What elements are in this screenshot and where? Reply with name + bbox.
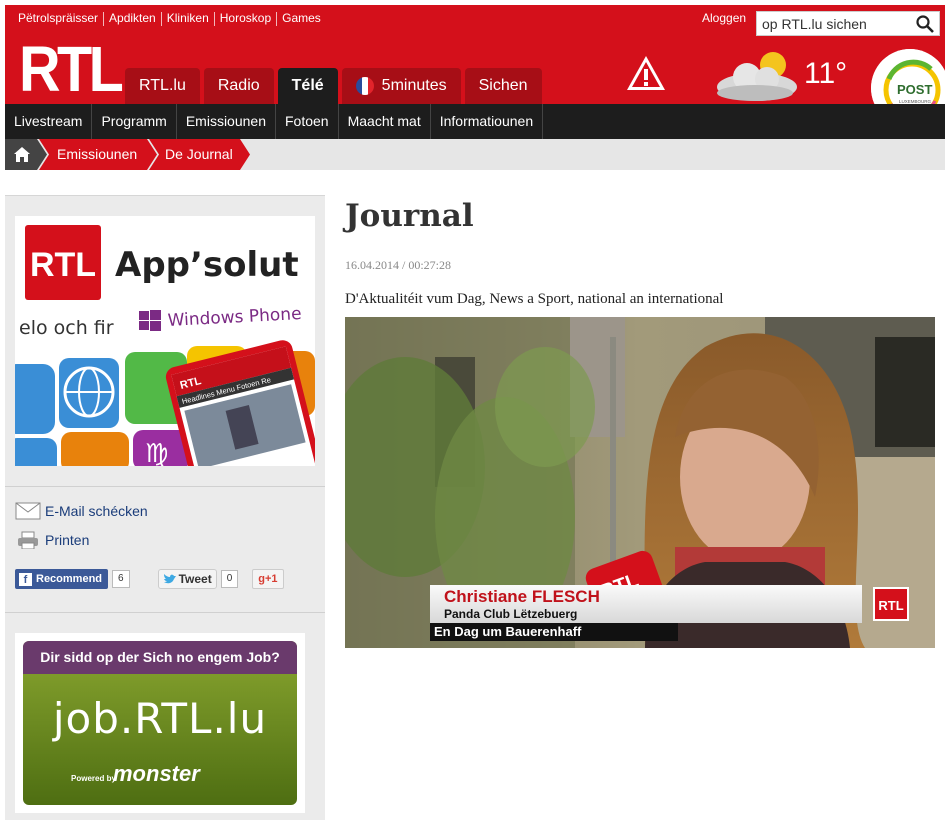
email-label: E-Mail schécken [45,502,148,519]
facebook-label: Recommend [36,573,103,585]
temperature[interactable]: 11° [804,57,847,91]
divider [5,612,325,613]
top-link-horoscope[interactable]: Horoskop [215,11,276,26]
ad-subtitle: elo och fir [19,317,114,339]
nav-livestream[interactable]: Livestream [5,104,93,139]
ad-rtl-text: RTL [30,246,96,284]
tweet-label: Tweet [178,572,212,586]
nav-programm[interactable]: Programm [92,104,177,139]
search-input[interactable] [757,12,907,35]
facebook-count: 6 [112,570,130,588]
print-link[interactable]: Printen [15,525,148,554]
job-ad-powered: Powered by [71,774,116,783]
breadcrumb-de-journal[interactable]: De Journal [165,146,233,162]
main-tabs: RTL.lu Radio Télé 5minutes Sichen [125,68,546,104]
tab-tele[interactable]: Télé [277,68,338,104]
breadcrumb: Emissiounen De Journal [5,139,945,170]
tab-5minutes[interactable]: 5minutes [341,68,461,104]
envelope-icon [15,502,41,519]
site-header: Pëtrolspräisser Apdikten Kliniken Horosk… [5,5,949,127]
facebook-icon: f [19,572,32,586]
person-name: Christiane FLESCH [444,587,600,606]
search-icon[interactable] [916,15,934,33]
tab-radio[interactable]: Radio [203,68,274,104]
rtl-channel-bug: RTL [873,587,909,621]
lower-third: Christiane FLESCH Panda Club Lëtzebuerg … [430,585,862,641]
nav-fotoen[interactable]: Fotoen [276,104,339,139]
nav-informatiounen[interactable]: Informatiounen [431,104,544,139]
print-label: Printen [45,531,90,548]
google-plus-button[interactable]: g+1 [252,569,284,589]
tab-5minutes-label: 5minutes [381,77,447,94]
windows-logo-icon [139,310,161,331]
social-buttons: f Recommend 6 Tweet 0 g+1 [15,569,284,589]
rtl-logo[interactable]: RTL [19,37,124,101]
top-link-fuel-prices[interactable]: Pëtrolspräisser [13,11,103,26]
search-box [756,11,940,36]
top-links: Pëtrolspräisser Apdikten Kliniken Horosk… [13,11,326,26]
job-ad-banner: Dir sidd op der Sich no engem Job? job.R… [23,641,297,805]
divider [5,486,325,487]
tab-sichen[interactable]: Sichen [464,68,542,104]
email-link[interactable]: E-Mail schécken [15,496,148,525]
top-link-games[interactable]: Games [277,11,326,26]
share-tools: E-Mail schécken Printen [15,496,148,554]
top-link-pharmacies[interactable]: Apdikten [104,11,161,26]
ad-platform: Windows Phone [167,304,302,331]
tab-rtl-lu[interactable]: RTL.lu [125,68,200,104]
nav-emissiounen[interactable]: Emissiounen [177,104,276,139]
name-strap: Christiane FLESCH Panda Club Lëtzebuerg [430,585,862,623]
job-ad-site: job.RTL.lu [52,694,268,743]
tweet-button[interactable]: Tweet [157,569,217,589]
person-organization: Panda Club Lëtzebuerg [444,607,578,621]
tweet-count: 0 [220,570,239,588]
description: D'Aktualitéit vum Dag, News a Sport, nat… [345,291,724,307]
france-flag-icon [355,77,374,95]
rtl-app-ad[interactable]: RTL App’solut elo och fir Windows Phone … [15,216,315,466]
rtl-app-ad-graphic: RTL App’solut elo och fir Windows Phone … [15,225,315,466]
monster-logo: monster [113,761,200,786]
page-title: Journal [345,198,474,234]
svg-text:♍: ♍ [145,439,168,466]
warning-icon[interactable] [625,53,667,93]
nav-maacht-mat[interactable]: Maacht mat [339,104,431,139]
facebook-recommend-button[interactable]: f Recommend [15,569,109,589]
job-ad-question: Dir sidd op der Sich no engem Job? [23,641,297,674]
twitter-bird-icon [163,573,176,583]
svg-text:POST: POST [897,82,932,97]
job-rtl-ad[interactable]: Dir sidd op der Sich no engem Job? job.R… [15,633,305,813]
printer-icon [18,531,38,549]
home-icon[interactable] [14,147,30,162]
sidebar: RTL App’solut elo och fir Windows Phone … [5,195,325,820]
login-link[interactable]: Aloggen [702,11,746,25]
publish-date: 16.04.2014 / 00:27:28 [345,258,452,272]
secondary-nav: Livestream Programm Emissiounen Fotoen M… [5,104,945,139]
video-player[interactable]: RTL Christiane FLESCH Panda Club Lëtzebu… [345,317,935,648]
video-caption: En Dag um Bauerenhaff [430,623,678,641]
ad-title: App’solut [115,245,299,285]
top-link-clinics[interactable]: Kliniken [162,11,214,26]
breadcrumb-emissiounen[interactable]: Emissiounen [57,146,137,162]
weather-cloud-sun-icon[interactable] [711,49,803,105]
